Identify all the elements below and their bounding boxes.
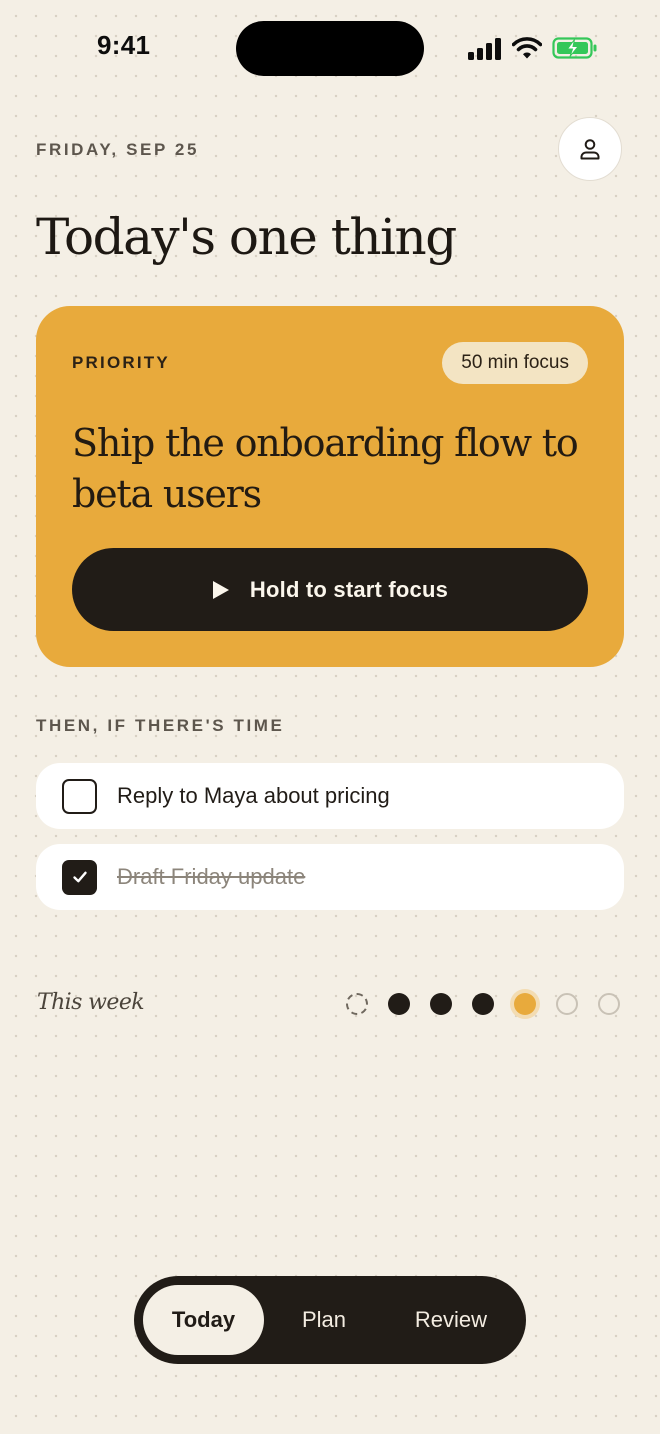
date-label: FRIDAY, SEP 25 bbox=[36, 140, 200, 159]
day-dot-future bbox=[598, 993, 620, 1015]
day-dot-done bbox=[472, 993, 494, 1015]
priority-card: PRIORITY 50 min focus Ship the onboardin… bbox=[36, 306, 624, 667]
checkmark-icon bbox=[72, 871, 87, 883]
tab-review[interactable]: Review bbox=[396, 1285, 506, 1355]
week-label: This week bbox=[37, 990, 145, 1015]
page-title: Today's one thing bbox=[36, 208, 457, 266]
day-dot-done bbox=[388, 993, 410, 1015]
cellular-signal-icon bbox=[468, 38, 501, 60]
day-dot-today bbox=[514, 993, 536, 1015]
section-label-secondary: THEN, IF THERE'S TIME bbox=[36, 716, 285, 735]
day-dot-done bbox=[430, 993, 452, 1015]
task-checkbox-checked[interactable] bbox=[62, 859, 97, 895]
priority-task-title: Ship the onboarding flow to beta users bbox=[72, 421, 579, 516]
start-focus-button[interactable]: Hold to start focus bbox=[72, 548, 588, 631]
play-icon bbox=[212, 580, 229, 599]
priority-label: PRIORITY bbox=[72, 353, 170, 372]
tab-bar: Today Plan Review bbox=[134, 1276, 526, 1364]
task-text-completed: Draft Friday update bbox=[117, 864, 306, 889]
tab-today[interactable]: Today bbox=[143, 1285, 264, 1355]
day-dot-pending bbox=[346, 993, 368, 1015]
task-row[interactable]: Draft Friday update bbox=[36, 844, 624, 910]
task-row[interactable]: Reply to Maya about pricing bbox=[36, 763, 624, 829]
dynamic-island bbox=[236, 21, 424, 76]
task-text: Reply to Maya about pricing bbox=[117, 783, 390, 808]
battery-charging-icon bbox=[552, 37, 597, 59]
tab-plan[interactable]: Plan bbox=[274, 1285, 374, 1355]
profile-button[interactable] bbox=[558, 117, 622, 181]
day-dot-future bbox=[556, 993, 578, 1015]
status-time: 9:41 bbox=[97, 30, 151, 60]
task-checkbox[interactable] bbox=[62, 778, 97, 814]
start-focus-label: Hold to start focus bbox=[249, 576, 449, 602]
wifi-icon bbox=[512, 37, 542, 59]
person-icon bbox=[580, 139, 600, 160]
focus-duration-badge: 50 min focus bbox=[442, 342, 588, 384]
